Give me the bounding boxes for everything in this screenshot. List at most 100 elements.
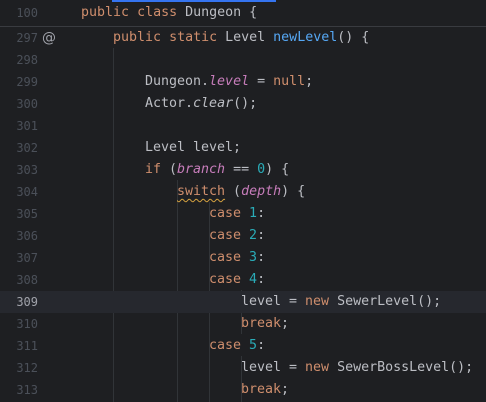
line-number: 297 [16, 31, 38, 45]
keyword-token: case [209, 338, 242, 353]
keyword-token: case [209, 250, 242, 265]
line-number: 308 [16, 273, 38, 287]
code-row[interactable]: 307 case 3: [0, 247, 486, 269]
code-row[interactable]: 308 case 4: [0, 269, 486, 291]
keyword-token: case [209, 206, 242, 221]
line-number: 302 [16, 141, 38, 155]
code-line: public static Level newLevel() { [113, 27, 369, 49]
class-name-token: Dungeon [185, 5, 242, 20]
static-field-token: depth [241, 184, 282, 199]
code-row[interactable]: 303 if (branch == 0) { [0, 159, 486, 181]
operator-token: = [249, 74, 274, 89]
line-number: 304 [16, 185, 38, 199]
current-code-row[interactable]: 309 level = new SewerLevel(); [0, 291, 486, 313]
code-row[interactable]: 311 case 5: [0, 335, 486, 357]
line-number: 299 [16, 75, 38, 89]
code-row[interactable]: 306 case 2: [0, 225, 486, 247]
number-token: 0 [257, 162, 266, 177]
keyword-token: break [241, 316, 282, 331]
active-tab-indicator [112, 0, 276, 2]
line-number: 303 [16, 163, 38, 177]
code-row[interactable]: 310 break; [0, 313, 486, 335]
code-row[interactable]: 297 @ public static Level newLevel() { [0, 27, 486, 49]
punctuation-token: : [257, 272, 266, 287]
code-line: break; [241, 313, 289, 335]
punctuation-token: ( [161, 162, 178, 177]
line-number: 310 [16, 317, 38, 331]
keyword-token: null [273, 74, 306, 89]
class-ref-token: Dungeon. [145, 74, 210, 89]
keyword-token: static [169, 30, 218, 45]
punctuation-token: ) { [281, 184, 306, 199]
number-token: 1 [249, 206, 258, 221]
code-line: Level level; [145, 137, 241, 159]
constructor-call-token: SewerBossLevel(); [329, 360, 474, 375]
punctuation-token: ( [225, 184, 242, 199]
line-number: 306 [16, 229, 38, 243]
keyword-token: case [209, 272, 242, 287]
keyword-token: public [81, 5, 130, 20]
punctuation-token: : [257, 206, 266, 221]
code-row[interactable]: 301 [0, 115, 486, 137]
class-ref-token: Actor. [145, 96, 194, 111]
code-row[interactable]: 298 [0, 49, 486, 71]
declaration-token: Level level; [145, 140, 242, 155]
number-token: 2 [249, 228, 258, 243]
static-field-token: branch [177, 162, 226, 177]
line-number: 305 [16, 207, 38, 221]
code-row[interactable]: 312 level = new SewerBossLevel(); [0, 357, 486, 379]
line-number: 301 [16, 119, 38, 133]
static-method-token: clear [193, 96, 234, 111]
line-number: 307 [16, 251, 38, 265]
line-number: 300 [16, 97, 38, 111]
number-token: 5 [249, 338, 258, 353]
code-line: Dungeon.level = null; [145, 71, 313, 93]
code-line: Actor.clear(); [145, 93, 257, 115]
punctuation-token: ; [281, 316, 290, 331]
punctuation-token: : [257, 250, 266, 265]
code-row[interactable]: 305 case 1: [0, 203, 486, 225]
warning-keyword-token[interactable]: switch [177, 184, 225, 199]
type-token: Level [225, 30, 266, 45]
sticky-scope-header[interactable]: 100 public class Dungeon { [0, 0, 486, 27]
keyword-token: public [113, 30, 162, 45]
punctuation-token: : [257, 338, 266, 353]
constructor-call-token: SewerLevel(); [329, 294, 442, 309]
punctuation-token: ; [281, 382, 290, 397]
code-line: public class Dungeon { [81, 2, 257, 24]
code-line: case 4: [209, 269, 265, 291]
code-editor[interactable]: 100 public class Dungeon { 297 @ public … [0, 0, 486, 402]
code-row[interactable]: 313 break; [0, 379, 486, 401]
code-line: case 3: [209, 247, 265, 269]
line-number: 313 [16, 383, 38, 397]
assignment-token: level = [241, 294, 306, 309]
static-field-token: level [209, 74, 250, 89]
code-row[interactable]: 300 Actor.clear(); [0, 93, 486, 115]
assignment-token: level = [241, 360, 306, 375]
code-line: break; [241, 379, 289, 401]
punctuation-token: ) { [265, 162, 290, 177]
code-row[interactable]: 304 switch (depth) { [0, 181, 486, 203]
punctuation-token: (); [233, 96, 258, 111]
code-line: case 2: [209, 225, 265, 247]
brace-token: { [249, 5, 258, 20]
override-marker-icon[interactable]: @ [42, 27, 56, 49]
keyword-token: if [145, 162, 162, 177]
punctuation-token: () { [337, 30, 370, 45]
keyword-token: class [137, 5, 178, 20]
code-line: if (branch == 0) { [145, 159, 289, 181]
code-line: level = new SewerLevel(); [241, 291, 441, 313]
operator-token: == [225, 162, 258, 177]
line-number: 100 [16, 6, 38, 20]
code-line: case 1: [209, 203, 265, 225]
code-row[interactable]: 302 Level level; [0, 137, 486, 159]
code-line: case 5: [209, 335, 265, 357]
code-line: switch (depth) { [177, 181, 305, 203]
keyword-token: new [305, 360, 330, 375]
code-row[interactable]: 299 Dungeon.level = null; [0, 71, 486, 93]
line-number: 312 [16, 361, 38, 375]
line-number: 298 [16, 53, 38, 67]
line-number: 311 [16, 339, 38, 353]
method-name-token: newLevel [273, 30, 338, 45]
code-line: level = new SewerBossLevel(); [241, 357, 473, 379]
